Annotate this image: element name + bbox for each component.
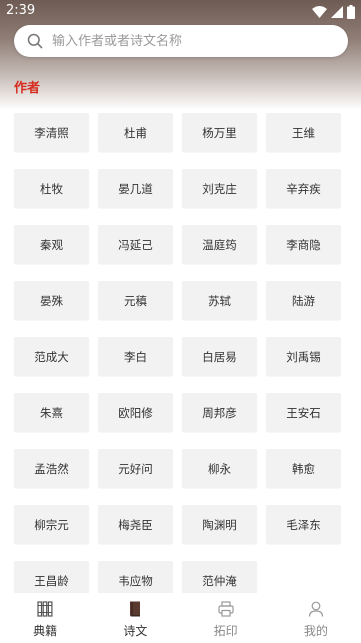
author-card[interactable]: 陆游 xyxy=(266,281,341,320)
nav-item-classics[interactable]: 典籍 xyxy=(0,593,90,643)
author-card[interactable]: 杜甫 xyxy=(98,113,173,152)
author-card[interactable]: 晏几道 xyxy=(98,169,173,208)
author-card[interactable]: 柳永 xyxy=(182,449,257,488)
author-card[interactable]: 李商隐 xyxy=(266,225,341,264)
author-card[interactable]: 陶渊明 xyxy=(182,505,257,544)
author-card[interactable]: 韩愈 xyxy=(266,449,341,488)
person-icon xyxy=(308,601,323,617)
author-card[interactable]: 元好问 xyxy=(98,449,173,488)
wifi-icon xyxy=(312,6,327,18)
battery-icon xyxy=(347,5,355,19)
author-card[interactable]: 王维 xyxy=(266,113,341,152)
search-icon xyxy=(27,33,43,49)
author-card[interactable]: 欧阳修 xyxy=(98,393,173,432)
author-card[interactable]: 柳宗元 xyxy=(14,505,89,544)
author-card[interactable]: 李清照 xyxy=(14,113,89,152)
author-card[interactable]: 晏殊 xyxy=(14,281,89,320)
author-card[interactable]: 刘禹锡 xyxy=(266,337,341,376)
author-card[interactable]: 周邦彦 xyxy=(182,393,257,432)
author-card[interactable]: 孟浩然 xyxy=(14,449,89,488)
nav-label: 拓印 xyxy=(213,624,238,638)
nav-label: 我的 xyxy=(303,624,328,638)
status-time: 2:39 xyxy=(6,3,36,18)
author-card[interactable]: 杨万里 xyxy=(182,113,257,152)
nav-label: 诗文 xyxy=(123,624,148,638)
books-icon xyxy=(37,601,53,617)
nav-label: 典籍 xyxy=(33,624,58,638)
author-card[interactable]: 毛泽东 xyxy=(266,505,341,544)
author-card[interactable]: 苏轼 xyxy=(182,281,257,320)
author-card[interactable]: 王安石 xyxy=(266,393,341,432)
author-card[interactable]: 辛弃疾 xyxy=(266,169,341,208)
section-title-authors: 作者 xyxy=(14,81,41,96)
printer-icon xyxy=(218,601,234,617)
author-card[interactable]: 秦观 xyxy=(14,225,89,264)
author-card[interactable]: 冯延己 xyxy=(98,225,173,264)
nav-item-rubbings[interactable]: 拓印 xyxy=(181,593,271,643)
signal-icon xyxy=(331,6,343,18)
author-card[interactable]: 范成大 xyxy=(14,337,89,376)
status-icons xyxy=(312,5,355,19)
bottom-nav: 典籍 诗文 拓印 我的 xyxy=(0,593,361,643)
nav-item-poems[interactable]: 诗文 xyxy=(90,593,180,643)
author-card[interactable]: 朱熹 xyxy=(14,393,89,432)
nav-item-profile[interactable]: 我的 xyxy=(271,593,361,643)
author-card[interactable]: 李白 xyxy=(98,337,173,376)
author-card[interactable]: 刘克庄 xyxy=(182,169,257,208)
search-input[interactable] xyxy=(52,33,332,49)
book-icon xyxy=(130,601,141,617)
author-card[interactable]: 白居易 xyxy=(182,337,257,376)
author-card[interactable]: 杜牧 xyxy=(14,169,89,208)
status-bar: 2:39 xyxy=(0,0,361,24)
author-card[interactable]: 温庭筠 xyxy=(182,225,257,264)
search-bar[interactable] xyxy=(14,25,348,57)
author-card[interactable]: 元稹 xyxy=(98,281,173,320)
author-card[interactable]: 梅尧臣 xyxy=(98,505,173,544)
author-grid: 李清照 杜甫 杨万里 王维 杜牧 晏几道 刘克庄 辛弃疾 秦观 冯延己 温庭筠 … xyxy=(14,113,344,600)
